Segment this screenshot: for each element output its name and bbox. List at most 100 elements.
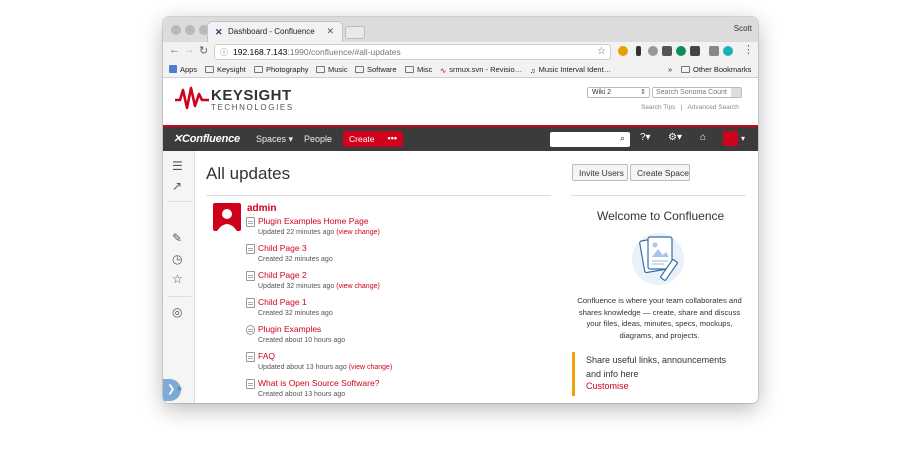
site-search-input[interactable]: Search Sonoma Count: [652, 87, 742, 98]
title-divider: [206, 195, 551, 196]
bookmarks-overflow-icon[interactable]: »: [668, 65, 672, 74]
search-go-button[interactable]: [731, 88, 741, 97]
default-avatar-icon: [217, 209, 237, 231]
page-icon: [246, 217, 255, 227]
search-links-separator: |: [680, 104, 683, 111]
page-title: All updates: [206, 164, 291, 183]
spaces-menu[interactable]: Spaces ▾: [256, 134, 293, 145]
info-icon[interactable]: ⓘ: [220, 47, 228, 58]
extension-icon[interactable]: [690, 46, 700, 56]
bookmark-folder[interactable]: Software: [355, 65, 397, 74]
clock-icon[interactable]: ◷: [172, 252, 182, 266]
bookmark-folder[interactable]: Keysight: [205, 65, 246, 74]
new-tab-button[interactable]: [345, 26, 365, 39]
bookmark-link[interactable]: ∿ srmux.svn - Revisio…: [440, 65, 522, 75]
page-icon: [246, 271, 255, 281]
create-more-button[interactable]: •••: [388, 133, 397, 143]
update-meta: Created 32 minutes ago: [258, 256, 333, 263]
close-window-button[interactable]: [171, 25, 181, 35]
extension-icon[interactable]: [618, 46, 628, 56]
forward-icon[interactable]: →: [184, 44, 195, 56]
browser-toolbar: ← → ↻ ⓘ 192.168.7.143:1990/confluence/#a…: [163, 42, 758, 62]
logo-title: KEYSIGHT: [211, 87, 292, 104]
update-title[interactable]: FAQ: [258, 351, 275, 361]
view-change-link[interactable]: (view change): [349, 364, 393, 371]
author-avatar[interactable]: [213, 203, 241, 231]
help-icon[interactable]: ?▾: [640, 132, 651, 143]
gear-icon[interactable]: ⚙▾: [668, 132, 682, 143]
update-title[interactable]: Plugin Examples: [258, 324, 321, 334]
sidebar-divider: [167, 296, 191, 297]
confluence-x-icon: ✕: [173, 133, 183, 145]
logo-subtitle: TECHNOLOGIES: [211, 103, 294, 112]
browser-user[interactable]: Scott: [734, 24, 752, 33]
bookmark-folder[interactable]: Photography: [254, 65, 309, 74]
update-meta: Created 32 minutes ago: [258, 310, 333, 317]
confluence-nav: ✕Confluence Spaces ▾ People Create ••• ⌕…: [163, 127, 758, 151]
space-directory-icon[interactable]: ◎: [172, 305, 182, 319]
menu-kebab-icon[interactable]: ⋮: [743, 43, 754, 56]
create-button[interactable]: Create •••: [343, 131, 403, 147]
bookmark-link[interactable]: ♫ Music Interval Ident…: [530, 65, 611, 75]
author-name[interactable]: admin: [247, 203, 276, 214]
address-bar[interactable]: ⓘ 192.168.7.143:1990/confluence/#all-upd…: [214, 44, 611, 60]
back-icon[interactable]: ←: [169, 44, 180, 56]
music-note-icon: ♫: [530, 66, 536, 75]
confluence-logo[interactable]: ✕Confluence: [173, 132, 240, 145]
update-title[interactable]: Child Page 2: [258, 270, 307, 280]
customise-link[interactable]: Customise: [586, 381, 629, 391]
view-change-link[interactable]: (view change): [336, 229, 380, 236]
extension-bolt-icon[interactable]: [636, 46, 641, 56]
bookmark-star-icon[interactable]: ☆: [597, 46, 606, 57]
star-icon[interactable]: ☆: [172, 272, 183, 286]
wiki-select[interactable]: Wiki 2 ⇕: [587, 87, 650, 98]
create-space-button[interactable]: Create Space: [630, 164, 690, 181]
extension-icon[interactable]: [648, 46, 658, 56]
confluence-favicon-icon: ✕: [215, 27, 223, 37]
extension-icon[interactable]: [676, 46, 686, 56]
select-arrows-icon: ⇕: [640, 89, 646, 96]
reload-icon[interactable]: ↻: [199, 44, 208, 57]
bookmark-folder[interactable]: Music: [316, 65, 348, 74]
extension-icon[interactable]: [709, 46, 719, 56]
update-meta: Created about 13 hours ago: [258, 391, 346, 398]
callout-bar: [572, 352, 575, 396]
nav-search-input[interactable]: ⌕: [550, 132, 630, 147]
people-link[interactable]: People: [304, 134, 332, 144]
invite-users-button[interactable]: Invite Users: [572, 164, 628, 181]
url-path: :1990/confluence/#all-updates: [287, 47, 401, 57]
update-meta: Updated about 13 hours ago (view change): [258, 364, 393, 371]
other-bookmarks[interactable]: Other Bookmarks: [681, 65, 751, 74]
update-title[interactable]: Plugin Examples Home Page: [258, 216, 369, 226]
notifications-icon[interactable]: ⌂: [700, 132, 706, 143]
edit-icon[interactable]: ✎: [172, 231, 182, 245]
folder-icon: [254, 66, 263, 73]
user-avatar[interactable]: [723, 131, 738, 146]
browser-window: ✕ Dashboard - Confluence ✕ Scott ← → ↻ ⓘ…: [163, 17, 758, 403]
bookmark-apps[interactable]: Apps: [169, 65, 197, 74]
site-header: KEYSIGHT TECHNOLOGIES Wiki 2 ⇕ Search So…: [163, 78, 758, 125]
browser-tab[interactable]: ✕ Dashboard - Confluence ✕: [207, 21, 343, 42]
popular-trend-icon[interactable]: ↗: [172, 179, 182, 193]
updates-list-icon[interactable]: ☰: [172, 159, 183, 173]
space-home-icon: [246, 325, 255, 335]
search-tips-link[interactable]: Search Tips: [641, 104, 675, 111]
double-chevron-icon[interactable]: »: [177, 383, 182, 393]
tab-title: Dashboard - Confluence: [228, 27, 315, 36]
minimize-window-button[interactable]: [185, 25, 195, 35]
view-change-link[interactable]: (view change): [336, 283, 380, 290]
update-title[interactable]: Child Page 1: [258, 297, 307, 307]
update-title[interactable]: Child Page 3: [258, 243, 307, 253]
sidebar-divider: [167, 201, 191, 202]
extension-icon[interactable]: [662, 46, 672, 56]
advanced-search-link[interactable]: Advanced Search: [688, 104, 739, 111]
bookmark-folder[interactable]: Misc: [405, 65, 432, 74]
chevron-down-icon[interactable]: ▾: [741, 134, 745, 143]
extension-icon[interactable]: [723, 46, 733, 56]
update-title[interactable]: What is Open Source Software?: [258, 378, 379, 388]
close-tab-icon[interactable]: ✕: [326, 26, 334, 37]
panel-divider: [571, 195, 746, 196]
welcome-title: Welcome to Confluence: [597, 209, 725, 223]
folder-icon: [205, 66, 214, 73]
folder-icon: [405, 66, 414, 73]
